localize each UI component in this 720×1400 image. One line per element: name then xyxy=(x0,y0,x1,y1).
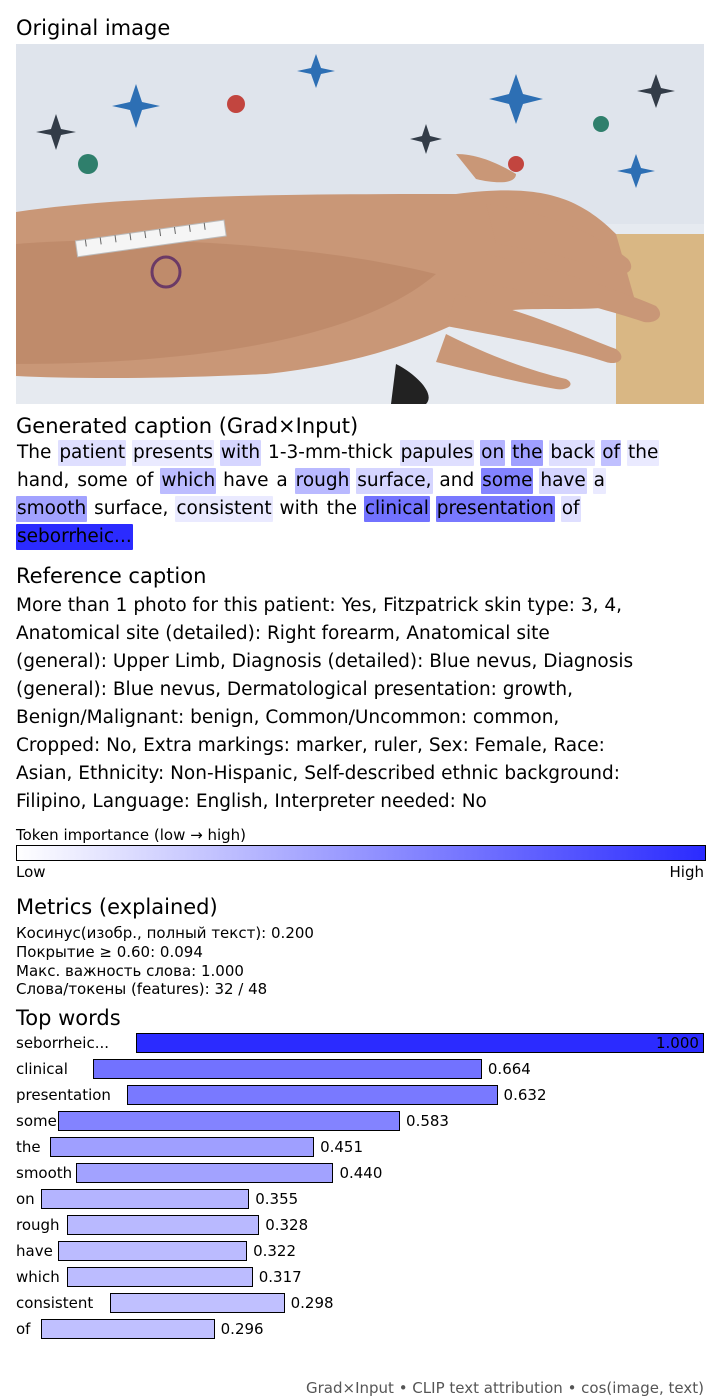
bar-label: which xyxy=(16,1268,60,1286)
caption-token: which xyxy=(160,468,217,494)
caption-token: consistent xyxy=(175,496,273,522)
bar-value-label: 0.296 xyxy=(220,1320,264,1338)
caption-token: the xyxy=(626,440,660,466)
caption-token: presents xyxy=(132,440,215,466)
caption-token: have xyxy=(223,470,269,491)
bar xyxy=(67,1267,253,1287)
bar xyxy=(67,1215,260,1235)
caption-token: of xyxy=(560,496,581,522)
caption-token: some xyxy=(77,470,128,491)
bar-label: presentation xyxy=(16,1086,111,1104)
photo-illustration xyxy=(16,44,704,404)
bar xyxy=(49,1137,315,1157)
footer-note: Grad×Input • CLIP text attribution • cos… xyxy=(306,1379,704,1397)
bar-value-label: 0.583 xyxy=(406,1112,449,1130)
bar-label: of xyxy=(16,1320,31,1338)
caption-token: papules xyxy=(399,440,475,466)
caption-token: a xyxy=(276,470,288,491)
caption-token: seborrheic... xyxy=(16,524,133,550)
metrics-title: Metrics (explained) xyxy=(16,895,218,919)
bar-label: clinical xyxy=(16,1060,68,1078)
original-image-title: Original image xyxy=(16,16,171,40)
reference-line: Anatomical site (detailed): Right forear… xyxy=(16,623,550,644)
caption-token: have xyxy=(539,468,587,494)
caption-token: clinical xyxy=(363,496,430,522)
caption-token: smooth xyxy=(16,496,88,522)
caption-line: seborrheic... xyxy=(16,524,133,550)
metric-words-tokens: Слова/токены (features): 32 / 48 xyxy=(16,980,268,998)
caption-token: surface, xyxy=(94,498,169,519)
caption-token: with xyxy=(219,440,262,466)
caption-token: some xyxy=(481,468,534,494)
bar-value-label: 0.328 xyxy=(265,1216,309,1234)
reference-line: Asian, Ethnicity: Non-Hispanic, Self-des… xyxy=(16,763,620,784)
reference-line: Filipino, Language: English, Interpreter… xyxy=(16,791,487,812)
colorbar-gradient xyxy=(16,845,706,861)
caption-token: back xyxy=(549,440,596,466)
bar-label: have xyxy=(16,1242,53,1260)
caption-token: the xyxy=(511,440,544,466)
caption-token: patient xyxy=(58,440,127,466)
bar xyxy=(127,1085,498,1105)
caption-token: and xyxy=(439,470,475,491)
reference-caption-title: Reference caption xyxy=(16,564,207,588)
bar xyxy=(135,1033,704,1053)
colorbar-low-label: Low xyxy=(16,863,46,881)
bar-label: rough xyxy=(16,1216,60,1234)
bar-value-label: 0.355 xyxy=(255,1190,299,1208)
original-photo xyxy=(16,44,704,404)
caption-line: The patient presents with 1-3-mm-thick p… xyxy=(16,440,660,466)
bar-value-label: 1.000 xyxy=(656,1034,699,1052)
caption-token: with xyxy=(279,498,319,519)
top-words-title: Top words xyxy=(16,1006,121,1030)
bar xyxy=(75,1163,334,1183)
bar-label: seborrheic... xyxy=(16,1034,110,1052)
caption-line: hand, some of which have a rough surface… xyxy=(16,468,607,494)
caption-token: hand, xyxy=(17,470,70,491)
caption-token: of xyxy=(135,470,154,491)
caption-token: of xyxy=(601,440,622,466)
bar-value-label: 0.317 xyxy=(258,1268,302,1286)
bar-value-label: 0.298 xyxy=(290,1294,334,1312)
bar xyxy=(92,1059,482,1079)
bar xyxy=(58,1241,248,1261)
caption-token: on xyxy=(480,440,506,466)
bar-value-label: 0.322 xyxy=(253,1242,297,1260)
colorbar-title: Token importance (low → high) xyxy=(16,826,247,844)
reference-line: Cropped: No, Extra markings: marker, rul… xyxy=(16,735,605,756)
metric-max-importance: Макс. важность слова: 1.000 xyxy=(16,962,244,980)
reference-line: More than 1 photo for this patient: Yes,… xyxy=(16,595,623,616)
bar-label: smooth xyxy=(16,1164,73,1182)
caption-token: surface, xyxy=(356,468,433,494)
caption-token: presentation xyxy=(435,496,555,522)
metric-cosine: Косинус(изобр., полный текст): 0.200 xyxy=(16,924,314,942)
caption-token: The xyxy=(17,442,52,463)
caption-token: rough xyxy=(294,468,351,494)
bar-value-label: 0.664 xyxy=(487,1060,531,1078)
caption-line: smooth surface, consistent with the clin… xyxy=(16,496,581,522)
bar-label: some xyxy=(16,1112,57,1130)
bar xyxy=(110,1293,285,1313)
bar-value-label: 0.440 xyxy=(339,1164,383,1182)
bar xyxy=(58,1111,401,1131)
bar xyxy=(41,1319,215,1339)
reference-line: Benign/Malignant: benign, Common/Uncommo… xyxy=(16,707,560,728)
generated-caption-title: Generated caption (Grad×Input) xyxy=(16,414,359,438)
bar-value-label: 0.451 xyxy=(320,1138,364,1156)
caption-token: 1-3-mm-thick xyxy=(268,442,393,463)
bar xyxy=(41,1189,250,1209)
caption-token: the xyxy=(326,498,357,519)
reference-line: (general): Blue nevus, Dermatological pr… xyxy=(16,679,574,700)
colorbar-high-label: High xyxy=(669,863,704,881)
reference-caption: More than 1 photo for this patient: Yes,… xyxy=(16,592,716,816)
bar-label: on xyxy=(16,1190,35,1208)
metric-coverage: Покрытие ≥ 0.60: 0.094 xyxy=(16,943,203,961)
reference-line: (general): Upper Limb, Diagnosis (detail… xyxy=(16,651,634,672)
bar-label: the xyxy=(16,1138,41,1156)
bar-label: consistent xyxy=(16,1294,94,1312)
bar-value-label: 0.632 xyxy=(503,1086,547,1104)
caption-token: a xyxy=(592,468,607,494)
